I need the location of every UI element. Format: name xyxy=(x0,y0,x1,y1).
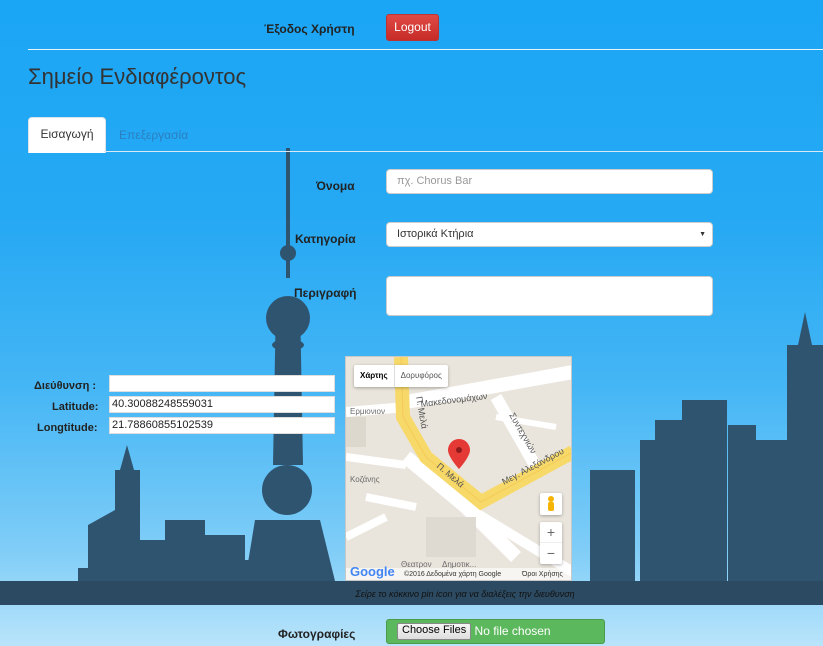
street-label: Θεατρον xyxy=(401,560,432,569)
zoom-control[interactable]: + − xyxy=(540,522,562,564)
description-textarea[interactable] xyxy=(386,276,713,316)
choose-files-button[interactable]: Choose Files xyxy=(397,623,472,641)
file-upload[interactable]: Choose Files No file chosen xyxy=(386,619,605,644)
category-value: Ιστορικά Κτήρια xyxy=(397,228,474,240)
logout-button[interactable]: Logout xyxy=(386,14,439,41)
name-label: Όνομα xyxy=(316,179,355,193)
map-type-satellite[interactable]: Δορυφόρος xyxy=(395,365,448,387)
tab-insert[interactable]: Εισαγωγή xyxy=(28,117,106,153)
category-select[interactable]: Ιστορικά Κτήρια ▼ xyxy=(386,222,713,247)
tab-edit[interactable]: Επεξεργασία xyxy=(119,128,188,142)
address-input[interactable] xyxy=(109,375,335,392)
photos-label: Φωτογραφίες xyxy=(278,627,356,641)
category-label: Κατηγορία xyxy=(295,232,356,246)
street-label: Ερμιονιον xyxy=(350,407,385,416)
top-divider xyxy=(28,49,823,50)
latitude-label: Latitude: xyxy=(52,401,99,413)
map-tiles: Π. Μελά Μακεδονομάχων Συντεχνιών Π. Μελά… xyxy=(346,357,571,580)
longitude-label: Longtitude: xyxy=(37,422,98,434)
map-hint: Σείρε το κόκκινο pin icon για να διαλέξε… xyxy=(355,589,575,599)
map-type-control[interactable]: Χάρτης Δορυφόρος xyxy=(354,365,448,387)
longitude-input[interactable]: 21.78860855102539 xyxy=(109,417,335,434)
dropdown-arrow-icon: ▼ xyxy=(699,231,706,238)
pegman-icon[interactable] xyxy=(540,493,562,515)
poi-label: Δημοτικ... xyxy=(442,560,476,569)
street-label: Κοζάνης xyxy=(350,475,380,484)
page-title: Σημείο Ενδιαφέροντος xyxy=(28,64,247,89)
google-logo: Google xyxy=(350,564,395,579)
zoom-out-button[interactable]: − xyxy=(540,543,562,563)
map-terms-link[interactable]: Όροι Χρήσης xyxy=(522,571,563,578)
latitude-input[interactable]: 40.30088248559031 xyxy=(109,396,335,413)
user-logout-label: Έξοδος Χρήστη xyxy=(264,22,355,36)
file-status: No file chosen xyxy=(474,624,551,638)
map-attribution: ©2016 Δεδομένα χάρτη Google xyxy=(404,571,502,578)
description-label: Περιγραφή xyxy=(294,286,357,300)
zoom-in-button[interactable]: + xyxy=(540,522,562,543)
address-label: Διεύθυνση : xyxy=(34,380,97,392)
tabs-divider xyxy=(104,151,823,152)
name-input[interactable]: πχ. Chorus Bar xyxy=(386,169,713,194)
map-type-map[interactable]: Χάρτης xyxy=(354,365,395,387)
map-widget[interactable]: Π. Μελά Μακεδονομάχων Συντεχνιών Π. Μελά… xyxy=(345,356,572,581)
